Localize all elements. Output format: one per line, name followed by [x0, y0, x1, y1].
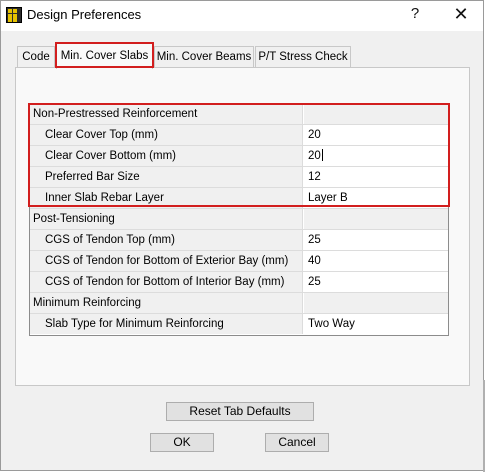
value-text: 25 — [308, 234, 321, 246]
grid-row[interactable]: Preferred Bar Size 12 — [30, 167, 448, 188]
value-text: 25 — [308, 276, 321, 288]
value-cell[interactable]: 40 — [304, 251, 448, 271]
section-value-cell — [304, 209, 448, 229]
value-text: 20 — [308, 150, 321, 162]
tab-min-cover-slabs[interactable]: Min. Cover Slabs — [56, 43, 153, 69]
design-preferences-dialog: Design Preferences ? ✕ Code Min. Cover S… — [0, 0, 484, 471]
value-cell[interactable]: 20 — [304, 125, 448, 145]
row-label: CGS of Tendon Top (mm) — [30, 230, 303, 250]
value-cell[interactable]: Layer B — [304, 188, 448, 208]
row-label: Inner Slab Rebar Layer — [30, 188, 303, 208]
grid-row[interactable]: Clear Cover Bottom (mm) 20 — [30, 146, 448, 167]
value-cell[interactable]: 25 — [304, 230, 448, 250]
row-label: Preferred Bar Size — [30, 167, 303, 187]
value-text: 12 — [308, 171, 321, 183]
preferences-grid: Non-Prestressed Reinforcement Clear Cover… — [29, 103, 449, 336]
grid-row[interactable]: CGS of Tendon for Bottom of Interior Bay… — [30, 272, 448, 293]
section-value-cell — [304, 293, 448, 313]
section-label: Minimum Reinforcing — [30, 293, 303, 313]
row-label: Slab Type for Minimum Reinforcing — [30, 314, 303, 334]
grid-row[interactable]: Clear Cover Top (mm) 20 — [30, 125, 448, 146]
section-label: Post-Tensioning — [30, 209, 303, 229]
value-cell[interactable]: Two Way — [304, 314, 448, 334]
text-cursor — [321, 149, 323, 161]
value-text: Two Way — [308, 318, 355, 330]
value-cell[interactable]: 20 — [304, 146, 448, 166]
grid-row[interactable]: CGS of Tendon Top (mm) 25 — [30, 230, 448, 251]
ok-button[interactable]: OK — [150, 433, 214, 452]
app-grid-icon — [6, 7, 22, 23]
value-text: 40 — [308, 255, 321, 267]
grid-row[interactable]: CGS of Tendon for Bottom of Exterior Bay… — [30, 251, 448, 272]
value-cell[interactable]: 12 — [304, 167, 448, 187]
row-label: CGS of Tendon for Bottom of Interior Bay… — [30, 272, 303, 292]
tab-min-cover-beams[interactable]: Min. Cover Beams — [154, 46, 254, 68]
value-text: Layer B — [308, 192, 348, 204]
row-label: Clear Cover Bottom (mm) — [30, 146, 303, 166]
grid-row[interactable]: Slab Type for Minimum Reinforcing Two Way — [30, 314, 448, 335]
section-label: Non-Prestressed Reinforcement — [30, 104, 303, 124]
grid-row[interactable]: Inner Slab Rebar Layer Layer B — [30, 188, 448, 209]
section-row: Non-Prestressed Reinforcement — [30, 104, 448, 125]
cancel-button[interactable]: Cancel — [265, 433, 329, 452]
section-row: Minimum Reinforcing — [30, 293, 448, 314]
help-button[interactable]: ? — [395, 3, 435, 27]
section-row: Post-Tensioning — [30, 209, 448, 230]
close-button[interactable]: ✕ — [441, 3, 481, 27]
tab-pt-stress-check[interactable]: P/T Stress Check — [255, 46, 351, 68]
row-label: CGS of Tendon for Bottom of Exterior Bay… — [30, 251, 303, 271]
value-text: 20 — [308, 129, 321, 141]
value-cell[interactable]: 25 — [304, 272, 448, 292]
row-label: Clear Cover Top (mm) — [30, 125, 303, 145]
window-title: Design Preferences — [27, 7, 142, 22]
title-bar: Design Preferences ? ✕ — [1, 1, 483, 31]
reset-tab-defaults-button[interactable]: Reset Tab Defaults — [166, 402, 314, 421]
tab-code[interactable]: Code — [17, 46, 55, 68]
section-value-cell — [304, 104, 448, 124]
